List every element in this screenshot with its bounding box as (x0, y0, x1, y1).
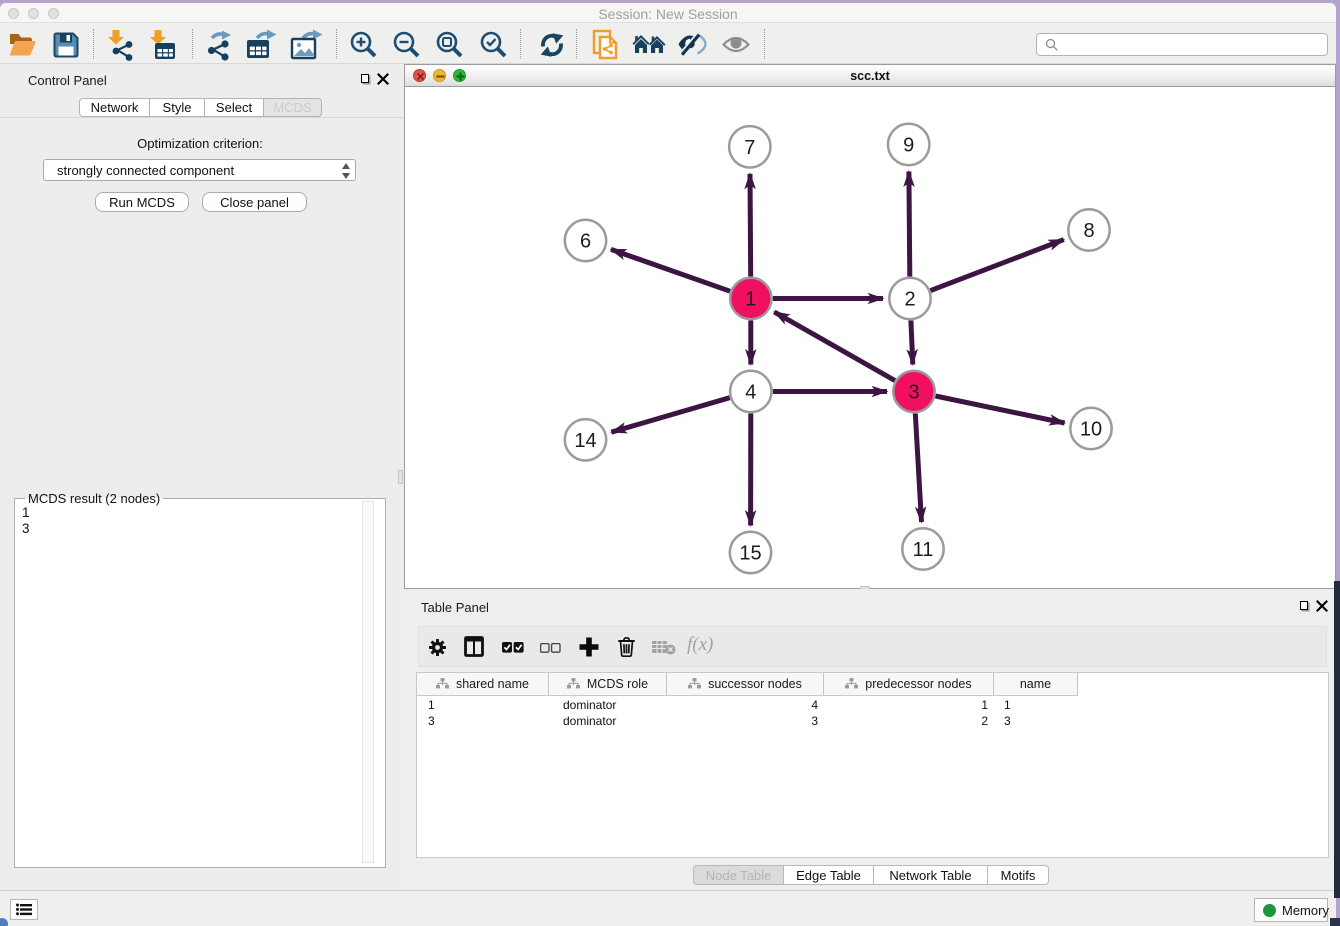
svg-text:6: 6 (580, 230, 591, 252)
svg-text:7: 7 (744, 136, 755, 158)
svg-text:1: 1 (745, 288, 756, 310)
svg-text:14: 14 (574, 429, 596, 451)
svg-text:2: 2 (904, 288, 915, 310)
svg-text:15: 15 (739, 542, 761, 564)
svg-text:8: 8 (1083, 220, 1094, 242)
svg-text:10: 10 (1080, 418, 1102, 440)
svg-text:11: 11 (913, 539, 934, 561)
svg-text:9: 9 (903, 134, 914, 156)
svg-text:4: 4 (745, 381, 756, 403)
svg-text:3: 3 (908, 381, 919, 403)
